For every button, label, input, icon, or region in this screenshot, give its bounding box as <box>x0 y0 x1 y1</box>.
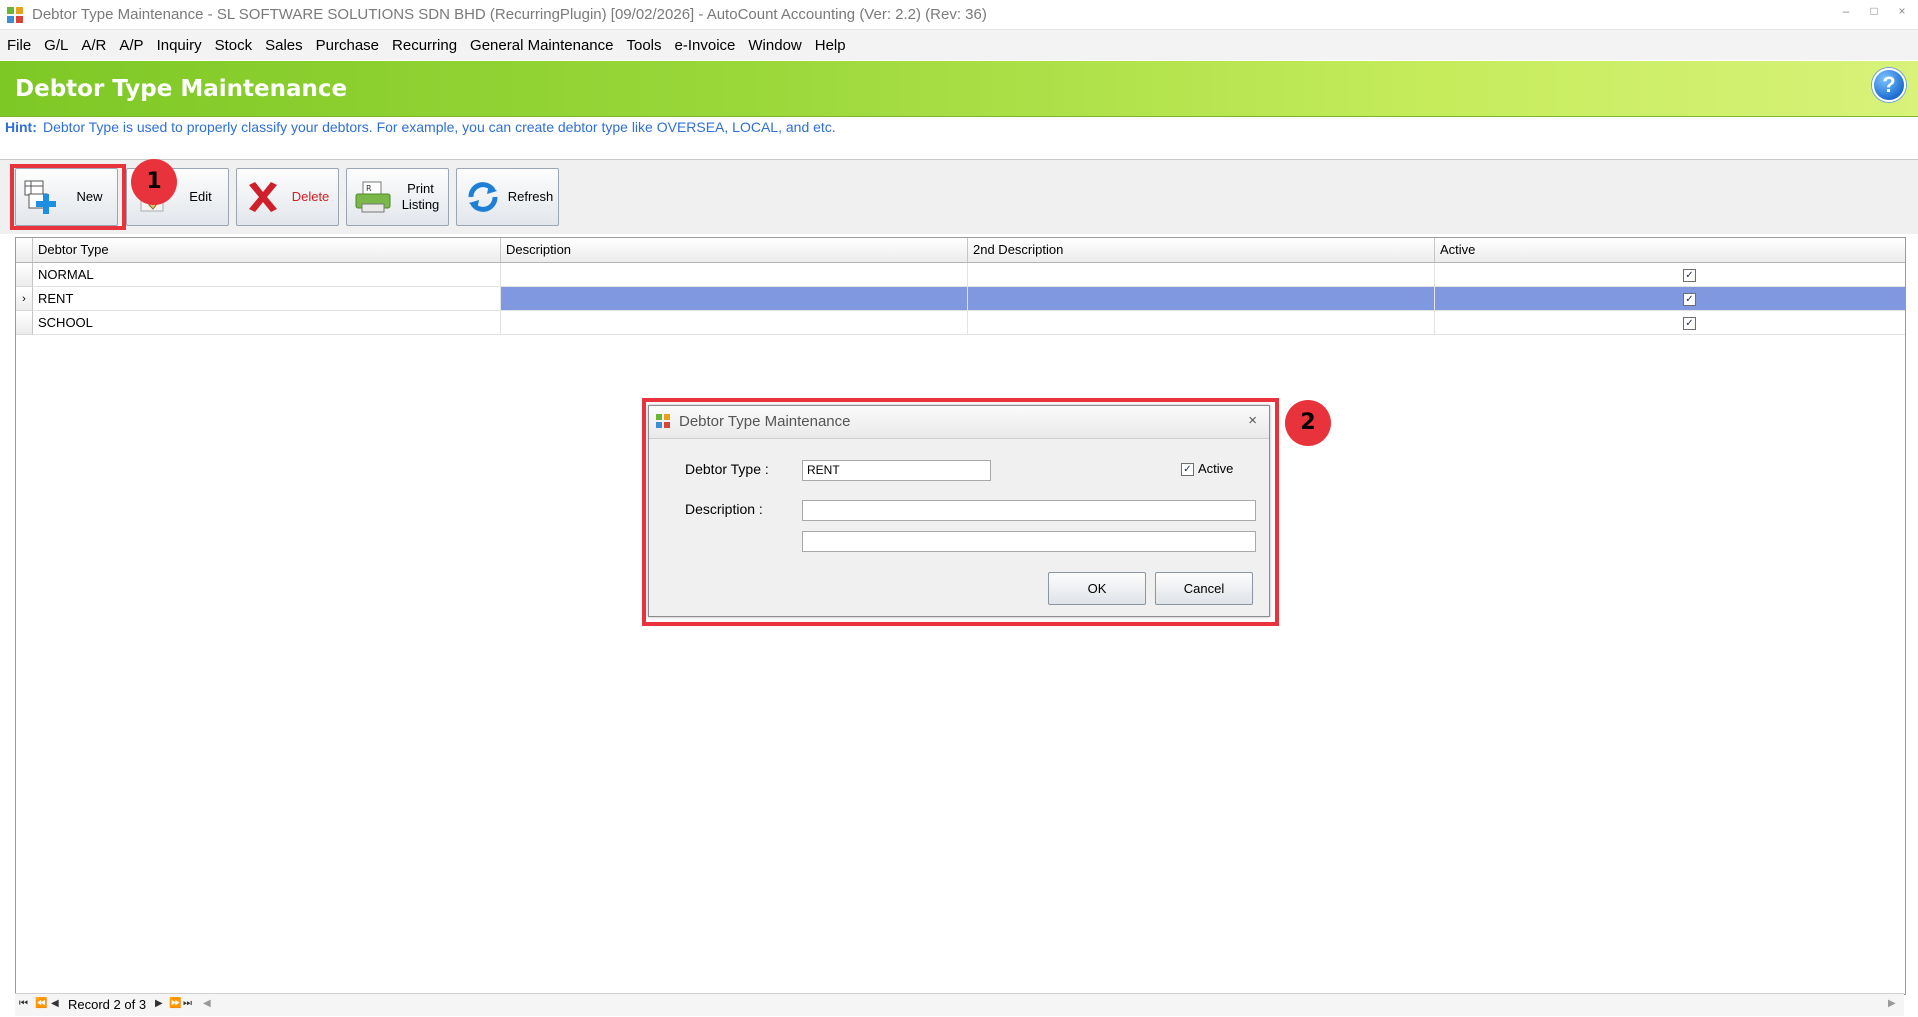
print-listing-button[interactable]: R Print Listing <box>346 168 449 226</box>
cell-description[interactable] <box>501 263 968 287</box>
cell-description[interactable] <box>501 287 968 311</box>
refresh-button-label: Refresh <box>507 189 554 204</box>
menu-general-maintenance[interactable]: General Maintenance <box>463 37 619 54</box>
table-row[interactable]: › RENT ✓ <box>16 287 1905 311</box>
hint-text: Debtor Type is used to properly classify… <box>43 119 836 135</box>
description2-input[interactable] <box>802 531 1256 552</box>
step-badge-1: 1 <box>131 159 177 205</box>
refresh-icon <box>463 177 503 217</box>
next-page-icon[interactable]: ⏩ <box>169 998 181 1009</box>
active-checkbox[interactable]: ✓ <box>1683 317 1696 330</box>
cancel-button[interactable]: Cancel <box>1155 572 1253 605</box>
record-navigator: ⏮ ⏪ ◀ Record 2 of 3 ▶ ⏩ ⏭ ◀ ▶ <box>15 993 1904 1016</box>
active-checkbox[interactable]: ✓ <box>1181 463 1194 476</box>
cell-active[interactable]: ✓ <box>1435 287 1905 311</box>
description-input[interactable] <box>802 500 1256 521</box>
menu-e-invoice[interactable]: e-Invoice <box>668 37 742 54</box>
print-listing-label: Print Listing <box>393 181 448 213</box>
menu-ar[interactable]: A/R <box>74 37 112 54</box>
table-row[interactable]: SCHOOL ✓ <box>16 311 1905 335</box>
menu-file[interactable]: File <box>0 37 37 54</box>
row-indicator <box>16 311 33 335</box>
col-debtor-type[interactable]: Debtor Type <box>33 238 501 262</box>
menu-ap[interactable]: A/P <box>112 37 149 54</box>
table-row[interactable]: NORMAL ✓ <box>16 263 1905 287</box>
debtor-type-input[interactable]: RENT <box>802 460 991 481</box>
dialog-app-icon <box>656 414 670 428</box>
menu-bar: File G/L A/R A/P Inquiry Stock Sales Pur… <box>0 30 1918 60</box>
help-icon[interactable]: ? <box>1872 68 1906 102</box>
row-indicator <box>16 263 33 287</box>
dialog-titlebar: Debtor Type Maintenance × <box>649 406 1269 439</box>
cell-description[interactable] <box>501 311 968 335</box>
prev-record-icon[interactable]: ◀ <box>51 998 59 1009</box>
menu-help[interactable]: Help <box>808 37 852 54</box>
page-header: Debtor Type Maintenance ? <box>0 61 1918 117</box>
menu-inquiry[interactable]: Inquiry <box>150 37 208 54</box>
last-record-icon[interactable]: ⏭ <box>183 998 192 1009</box>
window-title: Debtor Type Maintenance - SL SOFTWARE SO… <box>32 6 987 23</box>
cell-debtor-type[interactable]: SCHOOL <box>33 311 501 335</box>
grid-header: Debtor Type Description 2nd Description … <box>16 238 1905 263</box>
col-active[interactable]: Active <box>1435 238 1905 262</box>
active-label: Active <box>1198 461 1234 476</box>
debtor-type-label: Debtor Type : <box>685 461 769 477</box>
new-button-highlight <box>10 164 126 230</box>
cell-debtor-type[interactable]: RENT <box>33 287 501 311</box>
minimize-icon[interactable]: – <box>1838 4 1854 18</box>
autocount-app-icon <box>7 6 23 23</box>
cell-active[interactable]: ✓ <box>1435 263 1905 287</box>
refresh-button[interactable]: Refresh <box>456 168 559 226</box>
cell-2nd-description[interactable] <box>968 263 1435 287</box>
scroll-left-icon[interactable]: ◀ <box>203 998 211 1009</box>
hint-label: Hint: <box>5 119 37 135</box>
active-checkbox[interactable]: ✓ <box>1683 269 1696 282</box>
cell-debtor-type[interactable]: NORMAL <box>33 263 501 287</box>
next-record-icon[interactable]: ▶ <box>155 998 163 1009</box>
ok-button[interactable]: OK <box>1048 572 1146 605</box>
svg-text:R: R <box>366 184 372 193</box>
printer-icon: R <box>353 177 393 217</box>
col-description[interactable]: Description <box>501 238 968 262</box>
first-record-icon[interactable]: ⏮ <box>19 998 28 1009</box>
prev-page-icon[interactable]: ⏪ <box>35 998 47 1009</box>
menu-window[interactable]: Window <box>741 37 807 54</box>
row-indicator-current: › <box>16 287 33 311</box>
maximize-icon[interactable]: □ <box>1866 4 1882 18</box>
close-icon[interactable]: × <box>1894 4 1910 18</box>
menu-sales[interactable]: Sales <box>258 37 309 54</box>
print-label-line1: Print <box>407 181 434 196</box>
record-counter: Record 2 of 3 <box>68 997 147 1012</box>
active-checkbox[interactable]: ✓ <box>1683 293 1696 306</box>
delete-x-icon <box>243 177 283 217</box>
col-2nd-description[interactable]: 2nd Description <box>968 238 1435 262</box>
debtor-type-dialog: Debtor Type Maintenance × Debtor Type : … <box>648 405 1270 617</box>
toolbar: New Edit Delete R Print Listing Refresh … <box>0 159 1918 234</box>
dialog-title: Debtor Type Maintenance <box>679 413 851 430</box>
cell-2nd-description[interactable] <box>968 287 1435 311</box>
menu-gl[interactable]: G/L <box>37 37 74 54</box>
cell-active[interactable]: ✓ <box>1435 311 1905 335</box>
page-title: Debtor Type Maintenance <box>15 76 348 102</box>
row-indicator-header <box>16 238 33 262</box>
window-controls: – □ × <box>1838 4 1910 18</box>
edit-button-label: Edit <box>189 189 212 204</box>
menu-tools[interactable]: Tools <box>619 37 667 54</box>
menu-recurring[interactable]: Recurring <box>385 37 463 54</box>
hint-panel: Hint: Debtor Type is used to properly cl… <box>0 117 1918 160</box>
scroll-right-icon[interactable]: ▶ <box>1888 998 1896 1009</box>
dialog-close-icon[interactable]: × <box>1248 412 1257 429</box>
delete-button-label: Delete <box>291 189 330 204</box>
print-label-line2: Listing <box>401 197 440 212</box>
step-badge-2: 2 <box>1285 400 1331 446</box>
cell-2nd-description[interactable] <box>968 311 1435 335</box>
menu-stock[interactable]: Stock <box>208 37 259 54</box>
delete-button[interactable]: Delete <box>236 168 339 226</box>
menu-purchase[interactable]: Purchase <box>309 37 385 54</box>
window-titlebar: Debtor Type Maintenance - SL SOFTWARE SO… <box>0 0 1918 30</box>
description-label: Description : <box>685 501 763 517</box>
